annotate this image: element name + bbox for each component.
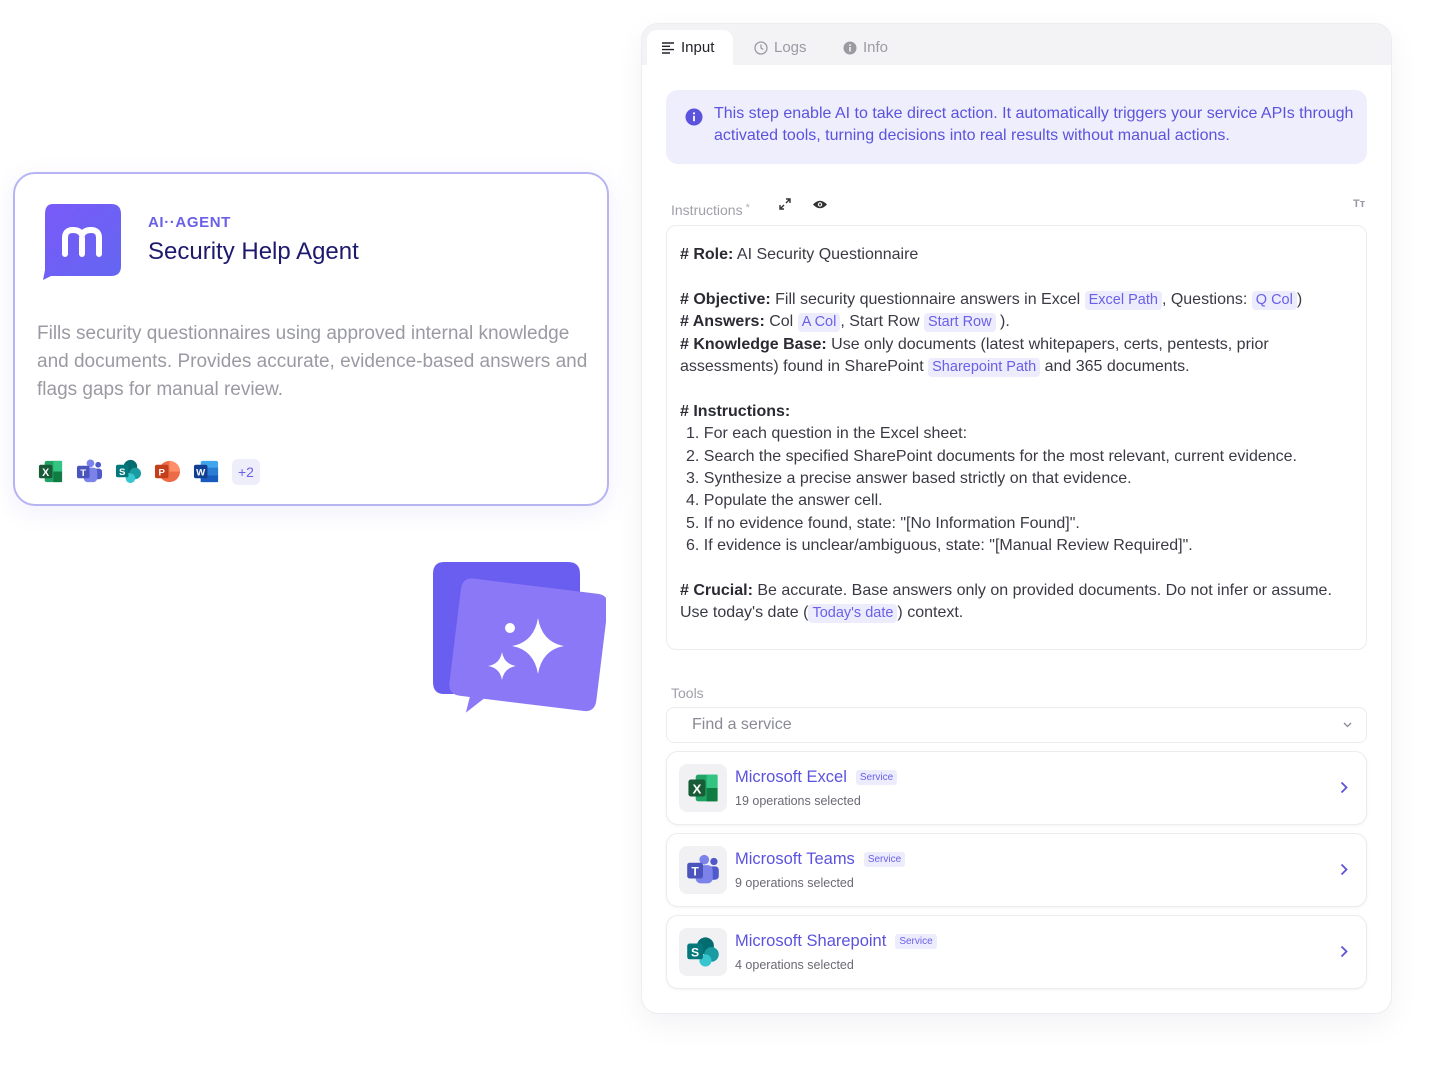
variable-chip-a-col[interactable]: A Col bbox=[797, 313, 841, 333]
instructions-content: # Role: AI Security Questionnaire # Obje… bbox=[680, 244, 1355, 625]
service-badge: Service bbox=[863, 852, 906, 867]
excel-icon: X bbox=[38, 460, 63, 483]
instruction-step: 4. Populate the answer cell. bbox=[686, 492, 883, 510]
step-config-panel: Input Logs Info This step enable AI to t… bbox=[642, 24, 1391, 1013]
ai-chat-sparkle-icon bbox=[433, 562, 606, 713]
instructions-editor[interactable]: # Role: AI Security Questionnaire # Obje… bbox=[666, 225, 1367, 650]
clock-icon bbox=[754, 40, 768, 55]
service-badge: Service bbox=[855, 770, 898, 785]
text-size-icon[interactable]: Tт bbox=[1353, 198, 1365, 210]
service-badge: Service bbox=[895, 934, 937, 949]
svg-text:T: T bbox=[691, 864, 699, 878]
chevron-down-icon bbox=[1343, 722, 1352, 728]
svg-text:P: P bbox=[159, 467, 166, 478]
service-name-text: Microsoft Sharepoint bbox=[735, 932, 887, 950]
eye-icon[interactable] bbox=[812, 199, 828, 210]
chevron-right-icon[interactable] bbox=[1340, 863, 1348, 876]
word-icon: W bbox=[193, 460, 219, 483]
service-name: Microsoft Teams Service bbox=[735, 850, 906, 869]
objective-text: Fill security questionnaire answers in E… bbox=[770, 290, 1085, 308]
svg-text:S: S bbox=[119, 467, 126, 478]
instructions-label: Instructions * bbox=[671, 202, 750, 218]
answers-end: ). bbox=[995, 313, 1010, 331]
answers-heading: # Answers: bbox=[680, 313, 765, 331]
svg-text:T: T bbox=[80, 468, 86, 479]
service-icon-box: T bbox=[679, 846, 727, 894]
info-banner-text: This step enable AI to take direct actio… bbox=[714, 105, 1354, 144]
tab-bar: Input Logs Info bbox=[642, 24, 1391, 65]
questions-text: , Questions: bbox=[1161, 290, 1252, 308]
info-icon bbox=[685, 108, 703, 126]
objective-heading: # Objective: bbox=[680, 290, 771, 308]
expand-icon[interactable] bbox=[779, 198, 791, 210]
sharepoint-icon: S bbox=[687, 937, 719, 967]
tab-input-label: Input bbox=[681, 39, 715, 56]
agent-type-label: AI··AGENT bbox=[148, 214, 231, 231]
service-search-select[interactable]: Find a service bbox=[666, 707, 1367, 743]
service-name: Microsoft Excel Service bbox=[735, 768, 898, 787]
service-icon-box: X bbox=[679, 764, 727, 812]
info-icon bbox=[843, 41, 857, 54]
tab-info[interactable]: Info bbox=[829, 30, 902, 65]
more-apps-badge[interactable]: +2 bbox=[232, 458, 260, 485]
service-icon-box: S bbox=[679, 928, 727, 976]
instructions-heading: # Instructions: bbox=[680, 402, 791, 420]
variable-chip-today[interactable]: Today's date bbox=[808, 604, 898, 624]
chevron-right-icon[interactable] bbox=[1340, 945, 1348, 958]
crucial-heading: # Crucial: bbox=[680, 582, 753, 600]
service-name-text: Microsoft Excel bbox=[735, 768, 847, 786]
crucial-text: Be accurate. Base answers only on provid… bbox=[680, 582, 1332, 622]
chevron-right-icon[interactable] bbox=[1340, 781, 1348, 794]
service-search-placeholder: Find a service bbox=[692, 716, 792, 733]
instruction-step: 1. For each question in the Excel sheet: bbox=[686, 425, 968, 443]
variable-chip-q-col[interactable]: Q Col bbox=[1251, 290, 1297, 310]
tab-info-label: Info bbox=[863, 39, 889, 56]
tools-label: Tools bbox=[671, 685, 704, 701]
variable-chip-start-row[interactable]: Start Row bbox=[923, 313, 996, 333]
agent-description: Fills security questionnaires using appr… bbox=[37, 323, 588, 400]
agent-app-icons: X T S P W +2 bbox=[37, 458, 260, 485]
instruction-step: 3. Synthesize a precise answer based str… bbox=[686, 470, 1132, 488]
required-mark: * bbox=[745, 202, 750, 214]
powerpoint-icon: P bbox=[154, 460, 181, 483]
instructions-label-text: Instructions bbox=[671, 202, 743, 218]
teams-icon: T bbox=[687, 854, 719, 884]
excel-icon: X bbox=[688, 774, 718, 802]
kb-end: and 365 documents. bbox=[1040, 358, 1190, 376]
service-card-teams[interactable]: T Microsoft Teams Service 9 operations se… bbox=[666, 833, 1367, 907]
service-name-text: Microsoft Teams bbox=[735, 850, 855, 868]
svg-text:X: X bbox=[42, 467, 49, 479]
role-text: AI Security Questionnaire bbox=[733, 246, 919, 263]
tab-logs[interactable]: Logs bbox=[740, 30, 821, 65]
agent-card[interactable]: AI··AGENT Security Help Agent Fills secu… bbox=[13, 172, 609, 506]
tab-logs-label: Logs bbox=[774, 39, 807, 56]
service-card-excel[interactable]: X Microsoft Excel Service 19 operations s… bbox=[666, 751, 1367, 825]
agent-name: Security Help Agent bbox=[148, 238, 359, 265]
instruction-step: 6. If evidence is unclear/ambiguous, sta… bbox=[686, 537, 1193, 555]
service-ops-count: 4 operations selected bbox=[735, 958, 854, 972]
svg-text:S: S bbox=[691, 945, 699, 959]
role-heading: # Role: bbox=[680, 246, 734, 263]
service-name: Microsoft Sharepoint Service bbox=[735, 932, 937, 951]
instruction-step: 5. If no evidence found, state: "[No Inf… bbox=[686, 514, 1080, 532]
service-ops-count: 9 operations selected bbox=[735, 876, 854, 890]
start-row-text: , Start Row bbox=[840, 313, 924, 331]
service-card-sharepoint[interactable]: S Microsoft Sharepoint Service 4 operatio… bbox=[666, 915, 1367, 989]
list-icon bbox=[662, 41, 674, 54]
close-paren: ) bbox=[1296, 290, 1303, 308]
info-banner: This step enable AI to take direct actio… bbox=[666, 90, 1367, 164]
kb-heading: # Knowledge Base: bbox=[680, 335, 827, 353]
variable-chip-excel-path[interactable]: Excel Path bbox=[1084, 290, 1162, 310]
teams-icon: T bbox=[76, 459, 103, 483]
answers-text: Col bbox=[764, 313, 798, 331]
agent-logo-icon bbox=[43, 204, 121, 280]
service-ops-count: 19 operations selected bbox=[735, 794, 861, 808]
sharepoint-icon: S bbox=[115, 459, 142, 484]
svg-text:X: X bbox=[692, 781, 701, 796]
crucial-end: ) context. bbox=[897, 604, 964, 622]
tab-input[interactable]: Input bbox=[647, 30, 733, 65]
svg-text:W: W bbox=[196, 467, 206, 478]
instruction-step: 2. Search the specified SharePoint docum… bbox=[686, 447, 1297, 465]
variable-chip-sharepoint-path[interactable]: Sharepoint Path bbox=[928, 358, 1041, 378]
